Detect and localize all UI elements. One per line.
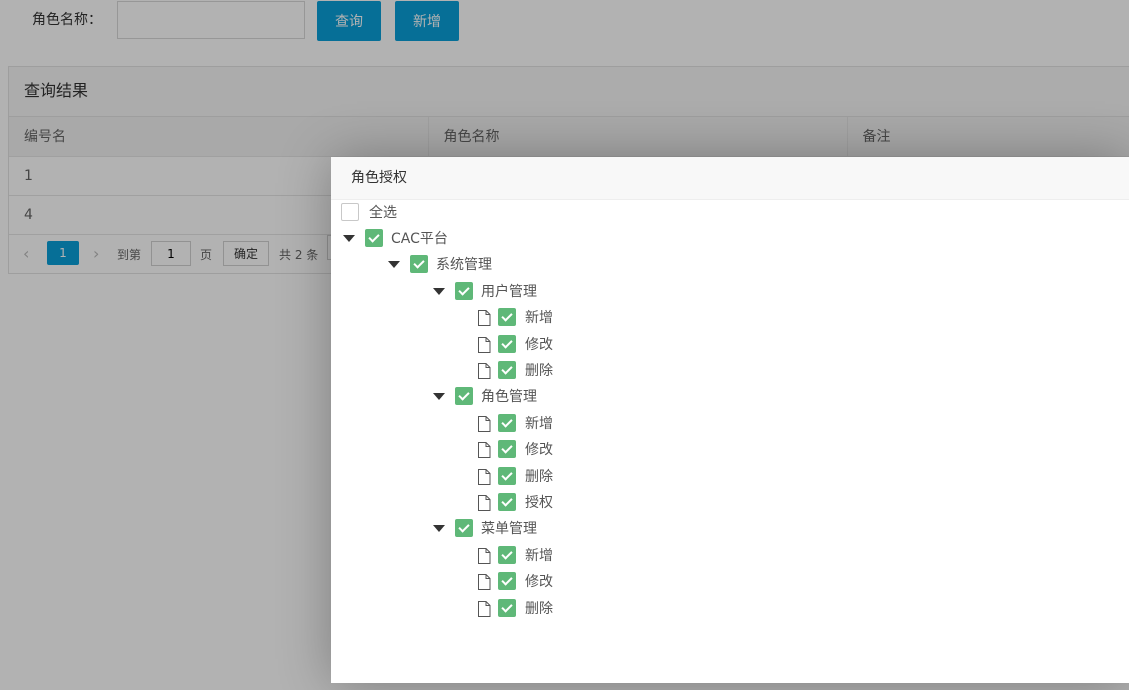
tree-node-label: 删除 bbox=[525, 600, 553, 617]
expand-caret-icon[interactable] bbox=[433, 525, 445, 533]
expand-caret-icon[interactable] bbox=[433, 287, 445, 295]
tree-node-checkbox[interactable] bbox=[498, 308, 516, 327]
select-all-label: 全选 bbox=[369, 205, 397, 221]
expand-caret-icon[interactable] bbox=[433, 393, 445, 401]
tree-node[interactable]: 修改 bbox=[477, 334, 677, 356]
tree-node-label: 用户管理 bbox=[481, 283, 537, 300]
tree-node[interactable]: 角色管理 bbox=[433, 386, 633, 408]
tree-node[interactable]: 新增 bbox=[477, 307, 677, 329]
expand-caret-icon[interactable] bbox=[343, 235, 355, 242]
tree-node[interactable]: 用户管理 bbox=[433, 281, 633, 303]
document-icon bbox=[477, 468, 491, 485]
tree-node-checkbox[interactable] bbox=[455, 281, 473, 300]
tree-node-checkbox[interactable] bbox=[455, 387, 473, 406]
tree-node-checkbox[interactable] bbox=[455, 519, 473, 538]
tree-node[interactable]: 新增 bbox=[477, 413, 677, 435]
tree-node-checkbox[interactable] bbox=[498, 334, 516, 353]
tree-node-checkbox[interactable] bbox=[498, 440, 516, 459]
tree-node-checkbox[interactable] bbox=[365, 229, 383, 247]
tree-node[interactable]: 新增 bbox=[477, 545, 677, 567]
document-icon bbox=[477, 415, 491, 432]
document-icon bbox=[477, 547, 491, 564]
tree-node-checkbox[interactable] bbox=[498, 493, 516, 511]
tree-node-label: CAC平台 bbox=[391, 231, 448, 247]
tree-node[interactable]: 授权 bbox=[477, 492, 677, 514]
tree-node-label: 新增 bbox=[525, 310, 553, 327]
tree-node-checkbox[interactable] bbox=[410, 255, 428, 274]
tree-node-checkbox[interactable] bbox=[498, 598, 516, 617]
tree-node-label: 修改 bbox=[525, 574, 553, 591]
document-icon bbox=[477, 310, 491, 327]
document-icon bbox=[477, 574, 491, 591]
document-icon bbox=[477, 495, 491, 511]
tree-node[interactable]: 删除 bbox=[477, 466, 677, 488]
tree-node-label: 修改 bbox=[525, 336, 553, 353]
tree-node-checkbox[interactable] bbox=[498, 361, 516, 379]
document-icon bbox=[477, 363, 491, 379]
document-icon bbox=[477, 442, 491, 459]
document-icon bbox=[477, 600, 491, 617]
tree-node[interactable]: 菜单管理 bbox=[433, 518, 633, 540]
tree-node[interactable]: 修改 bbox=[477, 571, 677, 593]
expand-caret-icon[interactable] bbox=[388, 261, 400, 269]
tree-node-label: 删除 bbox=[525, 363, 553, 379]
document-icon bbox=[477, 336, 491, 353]
tree-node[interactable]: 修改 bbox=[477, 439, 677, 461]
tree-node-checkbox[interactable] bbox=[498, 466, 516, 485]
tree-node[interactable]: 删除 bbox=[477, 360, 677, 382]
tree-node-checkbox[interactable] bbox=[498, 413, 516, 432]
select-all-checkbox[interactable] bbox=[341, 203, 359, 221]
tree-node-checkbox[interactable] bbox=[498, 545, 516, 564]
role-authorization-dialog: 角色授权 全选 CAC平台 系统管理 用户管理 新增 修改 删除 角色管理 新增 修改 删除 授权菜… bbox=[331, 157, 1129, 683]
tree-node[interactable]: 系统管理 bbox=[388, 254, 588, 276]
tree-node-label: 新增 bbox=[525, 415, 553, 432]
tree-node-label: 角色管理 bbox=[481, 389, 537, 406]
tree-node[interactable]: 删除 bbox=[477, 598, 677, 620]
tree-node-label: 系统管理 bbox=[436, 257, 492, 274]
tree-node-label: 修改 bbox=[525, 442, 553, 459]
tree-node[interactable]: CAC平台 bbox=[343, 228, 543, 250]
tree-node-label: 菜单管理 bbox=[481, 521, 537, 538]
tree-node-checkbox[interactable] bbox=[498, 572, 516, 591]
select-all-row[interactable]: 全选 bbox=[341, 202, 541, 224]
tree-node-label: 删除 bbox=[525, 468, 553, 485]
tree-node-label: 授权 bbox=[525, 495, 553, 511]
tree-node-label: 新增 bbox=[525, 547, 553, 564]
dialog-title: 角色授权 bbox=[331, 157, 1129, 200]
role-management-page: 角色名称： 查询 新增 查询结果 编号名 角色名称 备注 1 4 ‹ 1 › 到… bbox=[0, 0, 1129, 690]
